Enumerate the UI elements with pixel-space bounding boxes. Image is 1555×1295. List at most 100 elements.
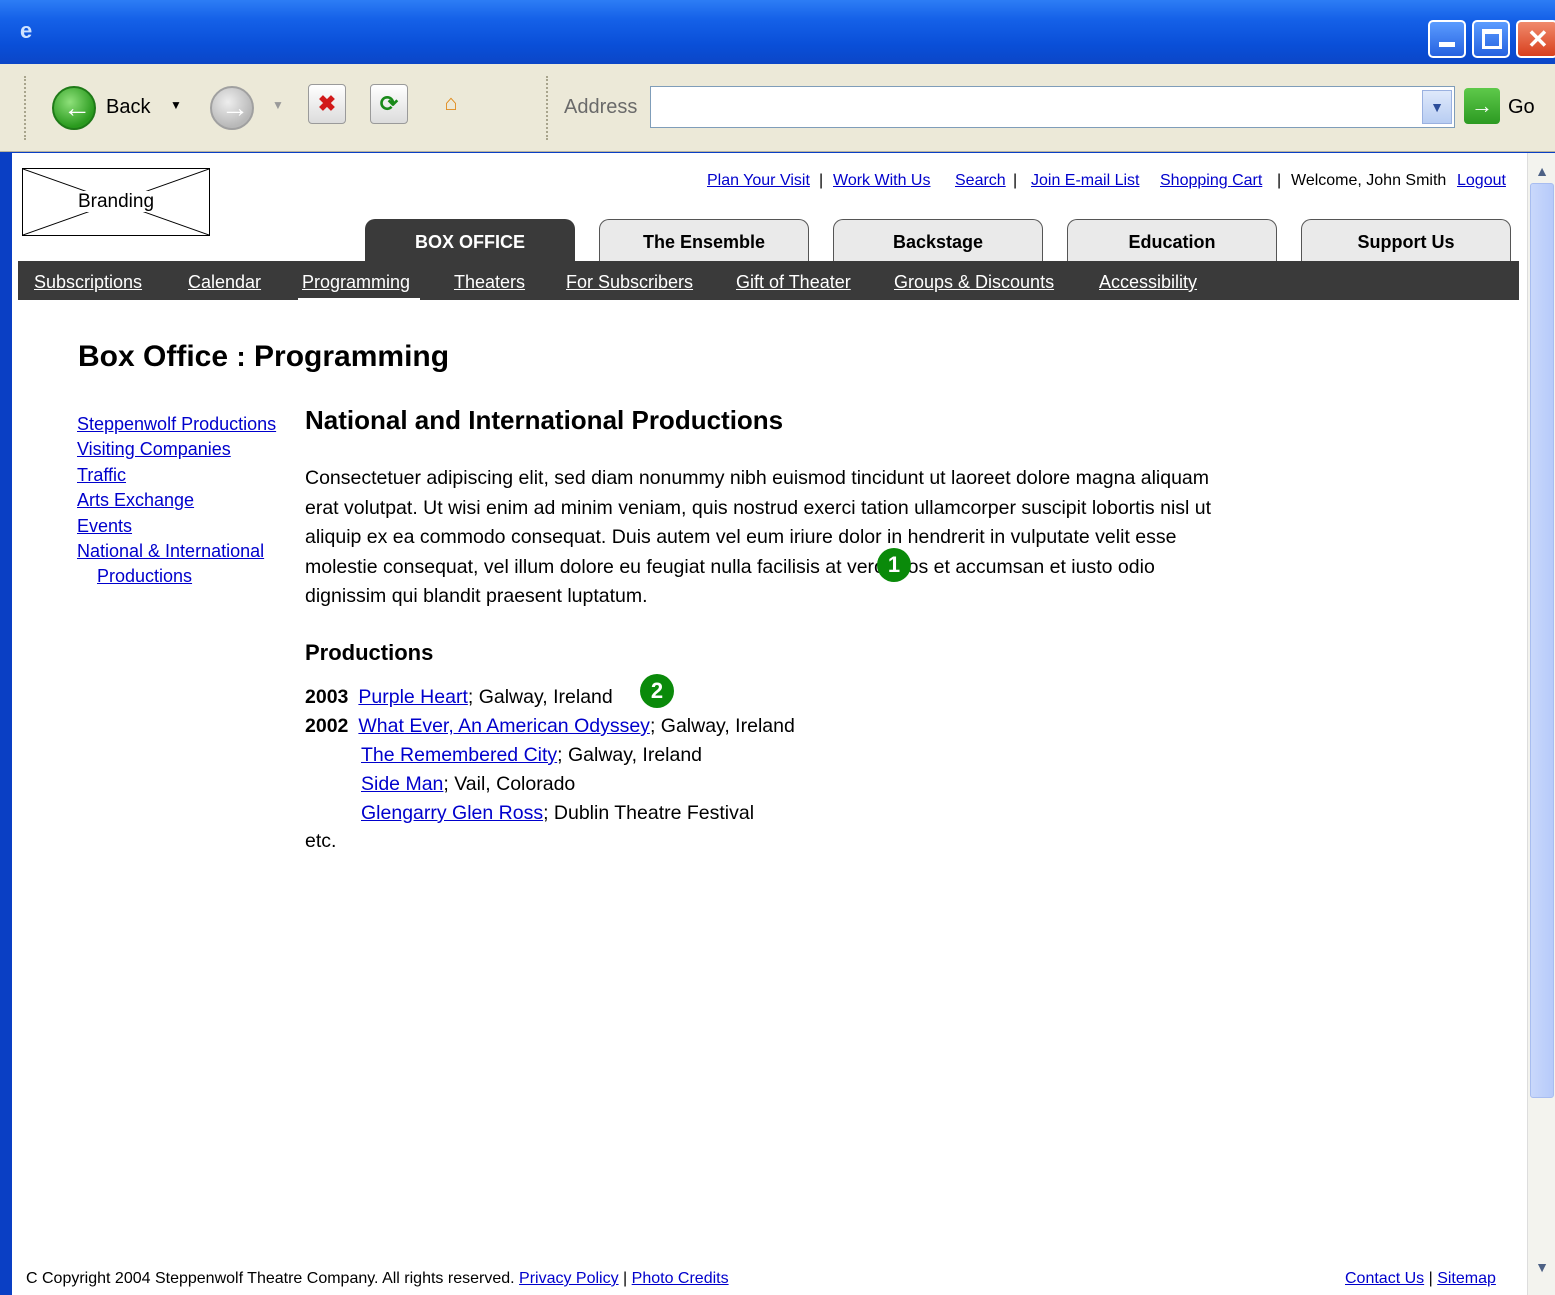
- tab-box-office[interactable]: BOX OFFICE: [365, 219, 575, 261]
- go-arrow-icon: →: [1471, 93, 1493, 118]
- production-row: 2002 What Ever, An American Odyssey; Galw…: [305, 715, 795, 738]
- toolbar-grip[interactable]: [24, 76, 28, 140]
- back-label[interactable]: Back: [106, 96, 150, 119]
- production-location: ; Vail, Colorado: [443, 773, 576, 795]
- active-subnav-indicator: [298, 298, 420, 302]
- production-link[interactable]: Side Man: [361, 773, 443, 795]
- production-location: ; Galway, Ireland: [649, 715, 795, 737]
- tab-education[interactable]: Education: [1067, 219, 1277, 261]
- stop-icon: ✖: [317, 91, 337, 116]
- production-link[interactable]: The Remembered City: [361, 744, 557, 766]
- home-icon: ⌂: [444, 90, 458, 115]
- utility-link-plan-your-visit[interactable]: Plan Your Visit: [707, 172, 810, 190]
- production-year: 2002: [305, 715, 349, 737]
- ie-icon: e: [20, 18, 33, 43]
- left-navigation: Steppenwolf Productions Visiting Compani…: [77, 412, 276, 590]
- subnav-item-calendar[interactable]: Calendar: [188, 272, 261, 293]
- branding-label: Branding: [71, 191, 161, 212]
- production-row: The Remembered City; Galway, Ireland: [361, 744, 702, 767]
- scroll-down-icon[interactable]: ▼: [1528, 1253, 1555, 1281]
- sitemap-link[interactable]: Sitemap: [1437, 1270, 1496, 1287]
- privacy-policy-link[interactable]: Privacy Policy: [519, 1270, 619, 1287]
- left-nav-item-national-international-cont[interactable]: Productions: [77, 564, 276, 589]
- production-year: 2003: [305, 686, 349, 708]
- production-link[interactable]: What Ever, An American Odyssey: [358, 715, 650, 737]
- production-location: ; Galway, Ireland: [467, 686, 613, 708]
- photo-credits-link[interactable]: Photo Credits: [632, 1270, 729, 1287]
- address-input[interactable]: [650, 86, 1455, 128]
- production-location: ; Dublin Theatre Festival: [543, 802, 755, 824]
- refresh-icon: ⟳: [379, 91, 399, 116]
- production-location: ; Galway, Ireland: [557, 744, 703, 766]
- address-label: Address: [564, 96, 638, 118]
- title-bar: e ✕: [0, 0, 1555, 64]
- utility-link-work-with-us[interactable]: Work With Us: [833, 172, 930, 190]
- footer-separator: |: [1428, 1270, 1433, 1287]
- subnav-item-for-subscribers[interactable]: For Subscribers: [566, 272, 693, 293]
- scrollbar-thumb[interactable]: [1530, 183, 1554, 1098]
- etc-text: etc.: [305, 830, 337, 852]
- back-button[interactable]: ←: [52, 86, 96, 130]
- production-row: Side Man; Vail, Colorado: [361, 773, 575, 796]
- utility-separator: |: [819, 172, 824, 189]
- maximize-button[interactable]: [1472, 20, 1510, 58]
- footer-left: C Copyright 2004 Steppenwolf Theatre Com…: [26, 1270, 729, 1288]
- utility-separator: |: [1277, 172, 1282, 189]
- production-link[interactable]: Glengarry Glen Ross: [361, 802, 543, 824]
- tab-backstage[interactable]: Backstage: [833, 219, 1043, 261]
- go-button[interactable]: →: [1464, 88, 1500, 124]
- productions-heading: Productions: [305, 640, 434, 665]
- left-nav-item-events[interactable]: Events: [77, 514, 276, 539]
- utility-link-join-email-list[interactable]: Join E-mail List: [1031, 172, 1139, 190]
- subnav-item-subscriptions[interactable]: Subscriptions: [34, 272, 142, 293]
- left-nav-item-national-international[interactable]: National & International: [77, 539, 276, 564]
- tab-the-ensemble[interactable]: The Ensemble: [599, 219, 809, 261]
- close-button[interactable]: ✕: [1516, 20, 1555, 58]
- left-nav-item-traffic[interactable]: Traffic: [77, 463, 276, 488]
- left-nav-item-visiting-companies[interactable]: Visiting Companies: [77, 437, 276, 462]
- subnav-item-theaters[interactable]: Theaters: [454, 272, 525, 293]
- refresh-button[interactable]: ⟳: [370, 84, 408, 124]
- utility-separator: |: [1013, 172, 1018, 189]
- scroll-up-icon[interactable]: ▲: [1528, 157, 1555, 185]
- vertical-scrollbar[interactable]: ▲ ▼: [1527, 153, 1555, 1295]
- go-label[interactable]: Go: [1508, 96, 1535, 119]
- browser-window: e ✕ ← Back ▼ → ▼ ✖ ⟳ ⌂ Address ▼ → Go ▲ …: [0, 0, 1555, 1295]
- body-paragraph: Consectetuer adipiscing elit, sed diam n…: [305, 467, 1212, 608]
- back-arrow-icon: ←: [63, 92, 91, 123]
- production-link[interactable]: Purple Heart: [358, 686, 467, 708]
- close-icon: ✕: [1527, 24, 1549, 54]
- logout-link[interactable]: Logout: [1457, 172, 1506, 190]
- sub-navigation: Subscriptions Calendar Programming Theat…: [18, 261, 1519, 300]
- subnav-item-groups-discounts[interactable]: Groups & Discounts: [894, 272, 1054, 293]
- annotation-marker-1: 1: [877, 548, 911, 582]
- address-dropdown-button[interactable]: ▼: [1422, 90, 1452, 124]
- contact-us-link[interactable]: Contact Us: [1345, 1270, 1424, 1287]
- subnav-item-accessibility[interactable]: Accessibility: [1099, 272, 1197, 293]
- home-button[interactable]: ⌂: [432, 84, 470, 124]
- utility-link-shopping-cart[interactable]: Shopping Cart: [1160, 172, 1262, 190]
- forward-dropdown-icon[interactable]: ▼: [272, 98, 284, 112]
- page-title: Box Office : Programming: [78, 340, 449, 374]
- tab-support-us[interactable]: Support Us: [1301, 219, 1511, 261]
- utility-link-search[interactable]: Search: [955, 172, 1006, 190]
- minimize-button[interactable]: [1428, 20, 1466, 58]
- address-grip[interactable]: [546, 76, 550, 140]
- footer-separator: |: [623, 1270, 628, 1287]
- left-nav-item-steppenwolf-productions[interactable]: Steppenwolf Productions: [77, 412, 276, 437]
- production-row: 2003 Purple Heart; Galway, Ireland: [305, 686, 613, 709]
- forward-button[interactable]: →: [210, 86, 254, 130]
- page-title-page: Programming: [254, 340, 450, 373]
- left-nav-item-arts-exchange[interactable]: Arts Exchange: [77, 488, 276, 513]
- page-title-section: Box Office: [78, 340, 229, 373]
- stop-button[interactable]: ✖: [308, 84, 346, 124]
- back-dropdown-icon[interactable]: ▼: [170, 98, 182, 112]
- welcome-text: Welcome, John Smith: [1291, 172, 1447, 189]
- forward-arrow-icon: →: [221, 92, 249, 123]
- branding-placeholder: Branding: [22, 168, 210, 236]
- copyright-text: C Copyright 2004 Steppenwolf Theatre Com…: [26, 1270, 515, 1287]
- subnav-item-programming[interactable]: Programming: [302, 272, 410, 293]
- annotation-marker-2: 2: [640, 674, 674, 708]
- production-row: Glengarry Glen Ross; Dublin Theatre Fest…: [361, 802, 754, 825]
- subnav-item-gift-of-theater[interactable]: Gift of Theater: [736, 272, 851, 293]
